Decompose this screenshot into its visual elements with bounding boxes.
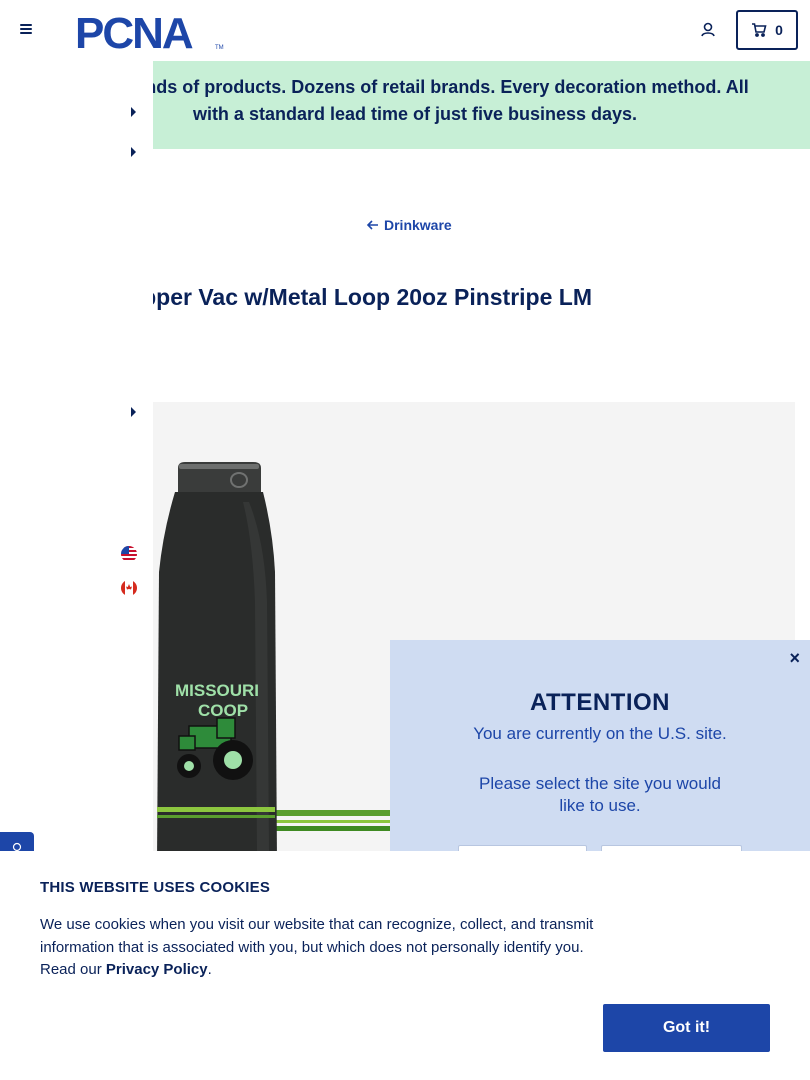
promo-banner: Thousands of products. Dozens of retail … <box>153 61 810 149</box>
cookie-banner: THIS WEBSITE USES COOKIES We use cookies… <box>0 851 810 1080</box>
cookie-message: We use cookies when you visit our websit… <box>40 914 610 982</box>
promo-line-2: with a standard lead time of just five b… <box>192 104 638 124</box>
product-title-container: Vida Copper Vac w/Metal Loop 20oz Pinstr… <box>153 284 810 320</box>
cookie-body-end: . <box>207 961 212 978</box>
accept-cookies-button[interactable]: Got it! <box>603 1004 770 1052</box>
site-header: PCNA TM 0 <box>0 0 810 61</box>
caret-right-icon[interactable] <box>131 107 136 117</box>
promo-line-1: Thousands of products. Dozens of retail … <box>153 77 749 97</box>
product-title: Vida Copper Vac w/Metal Loop 20oz Pinstr… <box>153 284 592 310</box>
imprint-text-2: COOP <box>198 701 248 720</box>
select-site-prompt: Please select the site you would like to… <box>479 774 721 815</box>
arrow-left-icon <box>366 220 378 230</box>
modal-title: ATTENTION <box>529 689 671 716</box>
caret-right-icon[interactable] <box>131 147 136 157</box>
pcna-logo[interactable]: PCNA TM <box>74 8 224 58</box>
canada-flag-icon[interactable] <box>121 580 137 596</box>
us-flag-icon[interactable] <box>121 546 137 562</box>
account-icon[interactable] <box>698 20 718 40</box>
cookie-title: THIS WEBSITE USES COOKIES <box>40 879 271 896</box>
current-site-text: You are currently on the U.S. site. <box>473 724 727 743</box>
caret-right-icon[interactable] <box>131 407 136 417</box>
menu-icon[interactable] <box>20 22 36 38</box>
imprint-text-1: MISSOURI <box>175 681 259 700</box>
logo-text: PCNA <box>75 9 193 52</box>
cart-icon <box>752 23 767 37</box>
site-selector-modal: × ATTENTION You are currently on the U.S… <box>390 640 810 879</box>
svg-text:TM: TM <box>215 45 224 51</box>
cart-count: 0 <box>775 22 783 38</box>
page: PCNA TM 0 Thousands of products. Dozens … <box>0 0 810 1080</box>
cart-button[interactable]: 0 <box>736 10 798 50</box>
breadcrumb-label: Drinkware <box>384 217 452 233</box>
privacy-policy-link[interactable]: Privacy Policy <box>106 961 208 978</box>
close-icon[interactable]: × <box>789 648 800 669</box>
breadcrumb-back-link[interactable]: Drinkware <box>366 217 452 233</box>
